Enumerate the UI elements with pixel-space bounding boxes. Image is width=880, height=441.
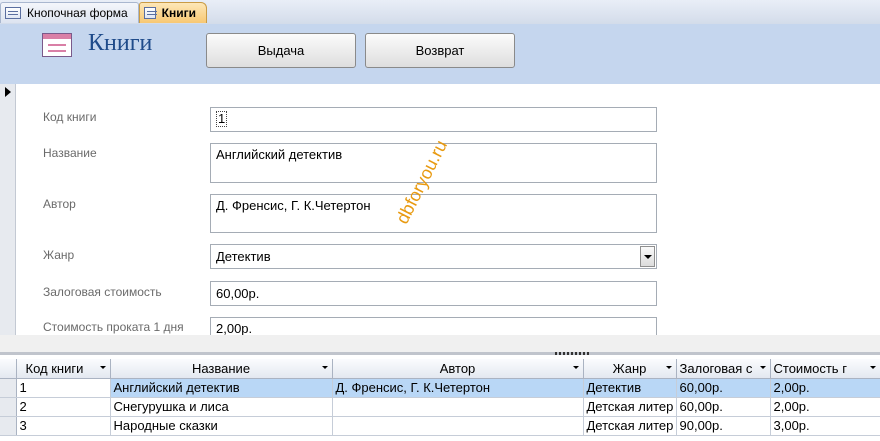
chevron-down-icon [643, 254, 652, 259]
table-row[interactable]: 1 Английский детектив Д. Френсис, Г. К.Ч… [0, 378, 880, 398]
datasheet-header-row: Код книги Название Автор Жанр Залоговая … [0, 359, 880, 379]
deposit-label: Залоговая стоимость [43, 285, 162, 299]
select-all-corner[interactable] [0, 359, 17, 379]
form-header: Книги Выдача Возврат [0, 24, 880, 84]
cell-genre[interactable]: Детская литер [583, 397, 677, 417]
row-selector[interactable] [0, 416, 17, 436]
column-header-rental-cost[interactable]: Стоимость г [770, 359, 880, 379]
genre-value: Детектив [216, 249, 271, 264]
cell-deposit[interactable]: 90,00р. [676, 416, 771, 436]
column-header-label: Название [191, 360, 251, 376]
genre-dropdown-button[interactable] [640, 246, 655, 267]
form-logo-icon [42, 33, 72, 57]
form-icon [5, 7, 21, 19]
row-selector[interactable] [0, 378, 17, 398]
cell-deposit[interactable]: 60,00р. [676, 397, 771, 417]
column-dropdown-icon[interactable] [869, 366, 876, 369]
column-header-title[interactable]: Название [110, 359, 333, 379]
column-dropdown-icon[interactable] [665, 366, 672, 369]
issue-button[interactable]: Выдача [206, 33, 356, 68]
tab-label: Кнопочная форма [27, 6, 128, 20]
author-label: Автор [43, 197, 76, 211]
tab-books[interactable]: Книги [139, 2, 207, 23]
column-header-label: Залоговая с [679, 360, 753, 376]
cell-title[interactable]: Снегурушка и лиса [110, 397, 333, 417]
rental-cost-field[interactable]: 2,00р. [210, 317, 657, 336]
cell-book-id[interactable]: 3 [16, 416, 111, 436]
return-button[interactable]: Возврат [365, 33, 515, 68]
cell-rental-cost[interactable]: 2,00р. [770, 397, 880, 417]
cell-book-id[interactable]: 2 [16, 397, 111, 417]
cell-rental-cost[interactable]: 2,00р. [770, 378, 880, 398]
document-tab-bar: Кнопочная форма Книги [0, 0, 880, 25]
genre-combobox[interactable]: Детектив [210, 244, 657, 269]
tab-switchboard[interactable]: Кнопочная форма [0, 2, 139, 23]
column-header-book-id[interactable]: Код книги [16, 359, 111, 379]
column-dropdown-icon[interactable] [99, 366, 106, 369]
current-record-arrow-icon [5, 87, 11, 97]
column-dropdown-icon[interactable] [759, 366, 766, 369]
cell-author[interactable] [332, 416, 584, 436]
book-id-field[interactable]: 1 [210, 107, 657, 132]
cell-title[interactable]: Английский детектив [110, 378, 333, 398]
deposit-field[interactable]: 60,00р. [210, 281, 657, 306]
form-icon [144, 7, 157, 19]
title-label: Название [43, 146, 97, 160]
splitter-grip-icon[interactable] [555, 352, 589, 355]
rental-cost-label: Стоимость проката 1 дня [43, 320, 184, 334]
table-row[interactable]: 2 Снегурушка и лиса Детская литер 60,00р… [0, 397, 880, 417]
cell-author[interactable] [332, 397, 584, 417]
cell-rental-cost[interactable]: 3,00р. [770, 416, 880, 436]
column-header-label: Автор [439, 360, 476, 376]
tab-label: Книги [161, 6, 196, 20]
column-dropdown-icon[interactable] [321, 366, 328, 369]
book-id-value: 1 [216, 111, 228, 127]
table-row[interactable]: 3 Народные сказки Детская литер 90,00р. … [0, 416, 880, 436]
column-header-deposit[interactable]: Залоговая с [676, 359, 771, 379]
book-id-label: Код книги [43, 110, 97, 124]
datasheet: Код книги Название Автор Жанр Залоговая … [0, 359, 880, 441]
column-header-label: Стоимость г [773, 360, 847, 376]
column-header-genre[interactable]: Жанр [583, 359, 677, 379]
column-dropdown-icon[interactable] [572, 366, 579, 369]
cell-book-id[interactable]: 1 [16, 378, 111, 398]
cell-genre[interactable]: Детская литер [583, 416, 677, 436]
cell-author[interactable]: Д. Френсис, Г. К.Четертон [332, 378, 584, 398]
column-header-label: Код книги [25, 360, 84, 376]
cell-genre[interactable]: Детектив [583, 378, 677, 398]
split-form-divider[interactable] [0, 335, 880, 355]
row-selector[interactable] [0, 397, 17, 417]
column-header-author[interactable]: Автор [332, 359, 584, 379]
genre-label: Жанр [43, 248, 75, 262]
cell-deposit[interactable]: 60,00р. [676, 378, 771, 398]
form-title: Книги [88, 30, 153, 56]
author-field[interactable]: Д. Френсис, Г. К.Четертон [210, 194, 657, 233]
column-header-label: Жанр [612, 360, 647, 376]
record-selector[interactable] [0, 84, 16, 335]
cell-title[interactable]: Народные сказки [110, 416, 333, 436]
